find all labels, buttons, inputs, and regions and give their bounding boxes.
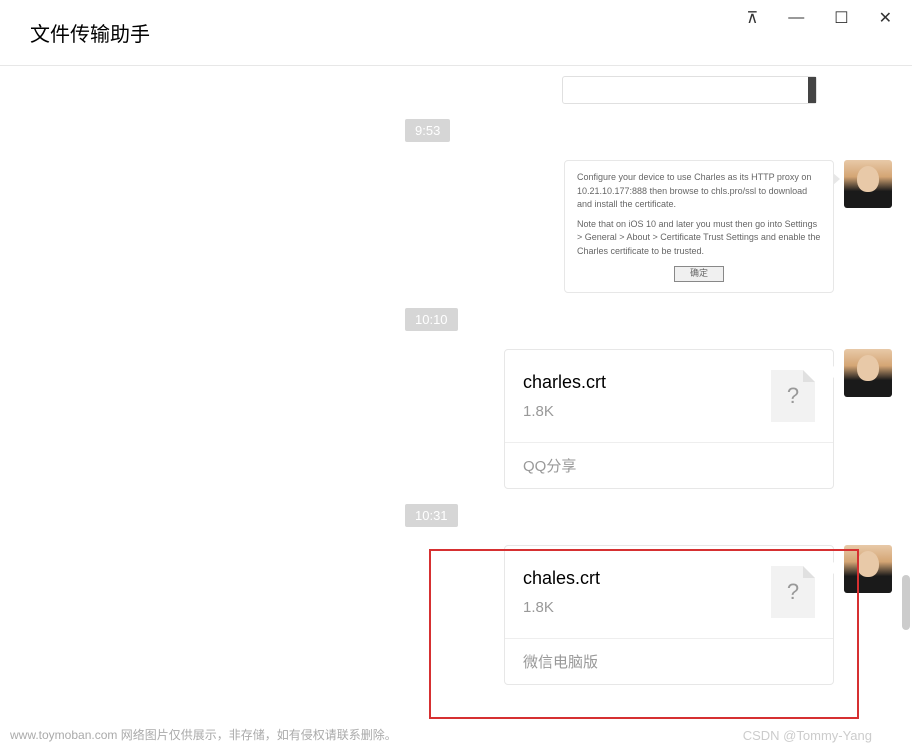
- file-card[interactable]: charles.crt 1.8K ? QQ分享: [504, 349, 834, 489]
- file-card-body: charles.crt 1.8K ?: [505, 350, 833, 442]
- message-row: charles.crt 1.8K ? QQ分享: [20, 349, 892, 489]
- file-info: charles.crt 1.8K: [523, 372, 606, 420]
- timestamp: 10:31: [405, 504, 458, 527]
- dialog-text: Configure your device to use Charles as …: [577, 171, 821, 212]
- timestamp: 9:53: [405, 119, 450, 142]
- window-controls: ⊼ — ☐ ✕: [747, 8, 892, 28]
- avatar[interactable]: [844, 349, 892, 397]
- message-row: Configure your device to use Charles as …: [20, 160, 892, 293]
- footer-disclaimer: www.toymoban.com 网络图片仅供展示，非存储，如有侵权请联系删除。: [10, 726, 397, 743]
- filesize: 1.8K: [523, 403, 606, 420]
- file-icon: ?: [771, 370, 815, 422]
- close-icon[interactable]: ✕: [879, 8, 892, 28]
- dialog-text: Note that on iOS 10 and later you must t…: [577, 218, 821, 259]
- dialog-screenshot[interactable]: Configure your device to use Charles as …: [564, 160, 834, 293]
- maximize-icon[interactable]: ☐: [834, 8, 848, 28]
- chat-title: 文件传输助手: [30, 18, 150, 47]
- highlight-annotation: [429, 549, 859, 719]
- filename: charles.crt: [523, 372, 606, 393]
- pin-icon[interactable]: ⊼: [747, 8, 759, 28]
- scrollbar-thumb[interactable]: [902, 575, 910, 630]
- file-source: QQ分享: [505, 442, 833, 488]
- timestamp: 10:10: [405, 308, 458, 331]
- scrollbar-track: [902, 170, 910, 670]
- message-row: [20, 76, 817, 104]
- avatar[interactable]: [844, 160, 892, 208]
- watermark: CSDN @Tommy-Yang: [743, 728, 872, 743]
- input-bubble: [562, 76, 817, 104]
- ok-button: 确定: [674, 266, 724, 282]
- minimize-icon[interactable]: —: [788, 9, 804, 27]
